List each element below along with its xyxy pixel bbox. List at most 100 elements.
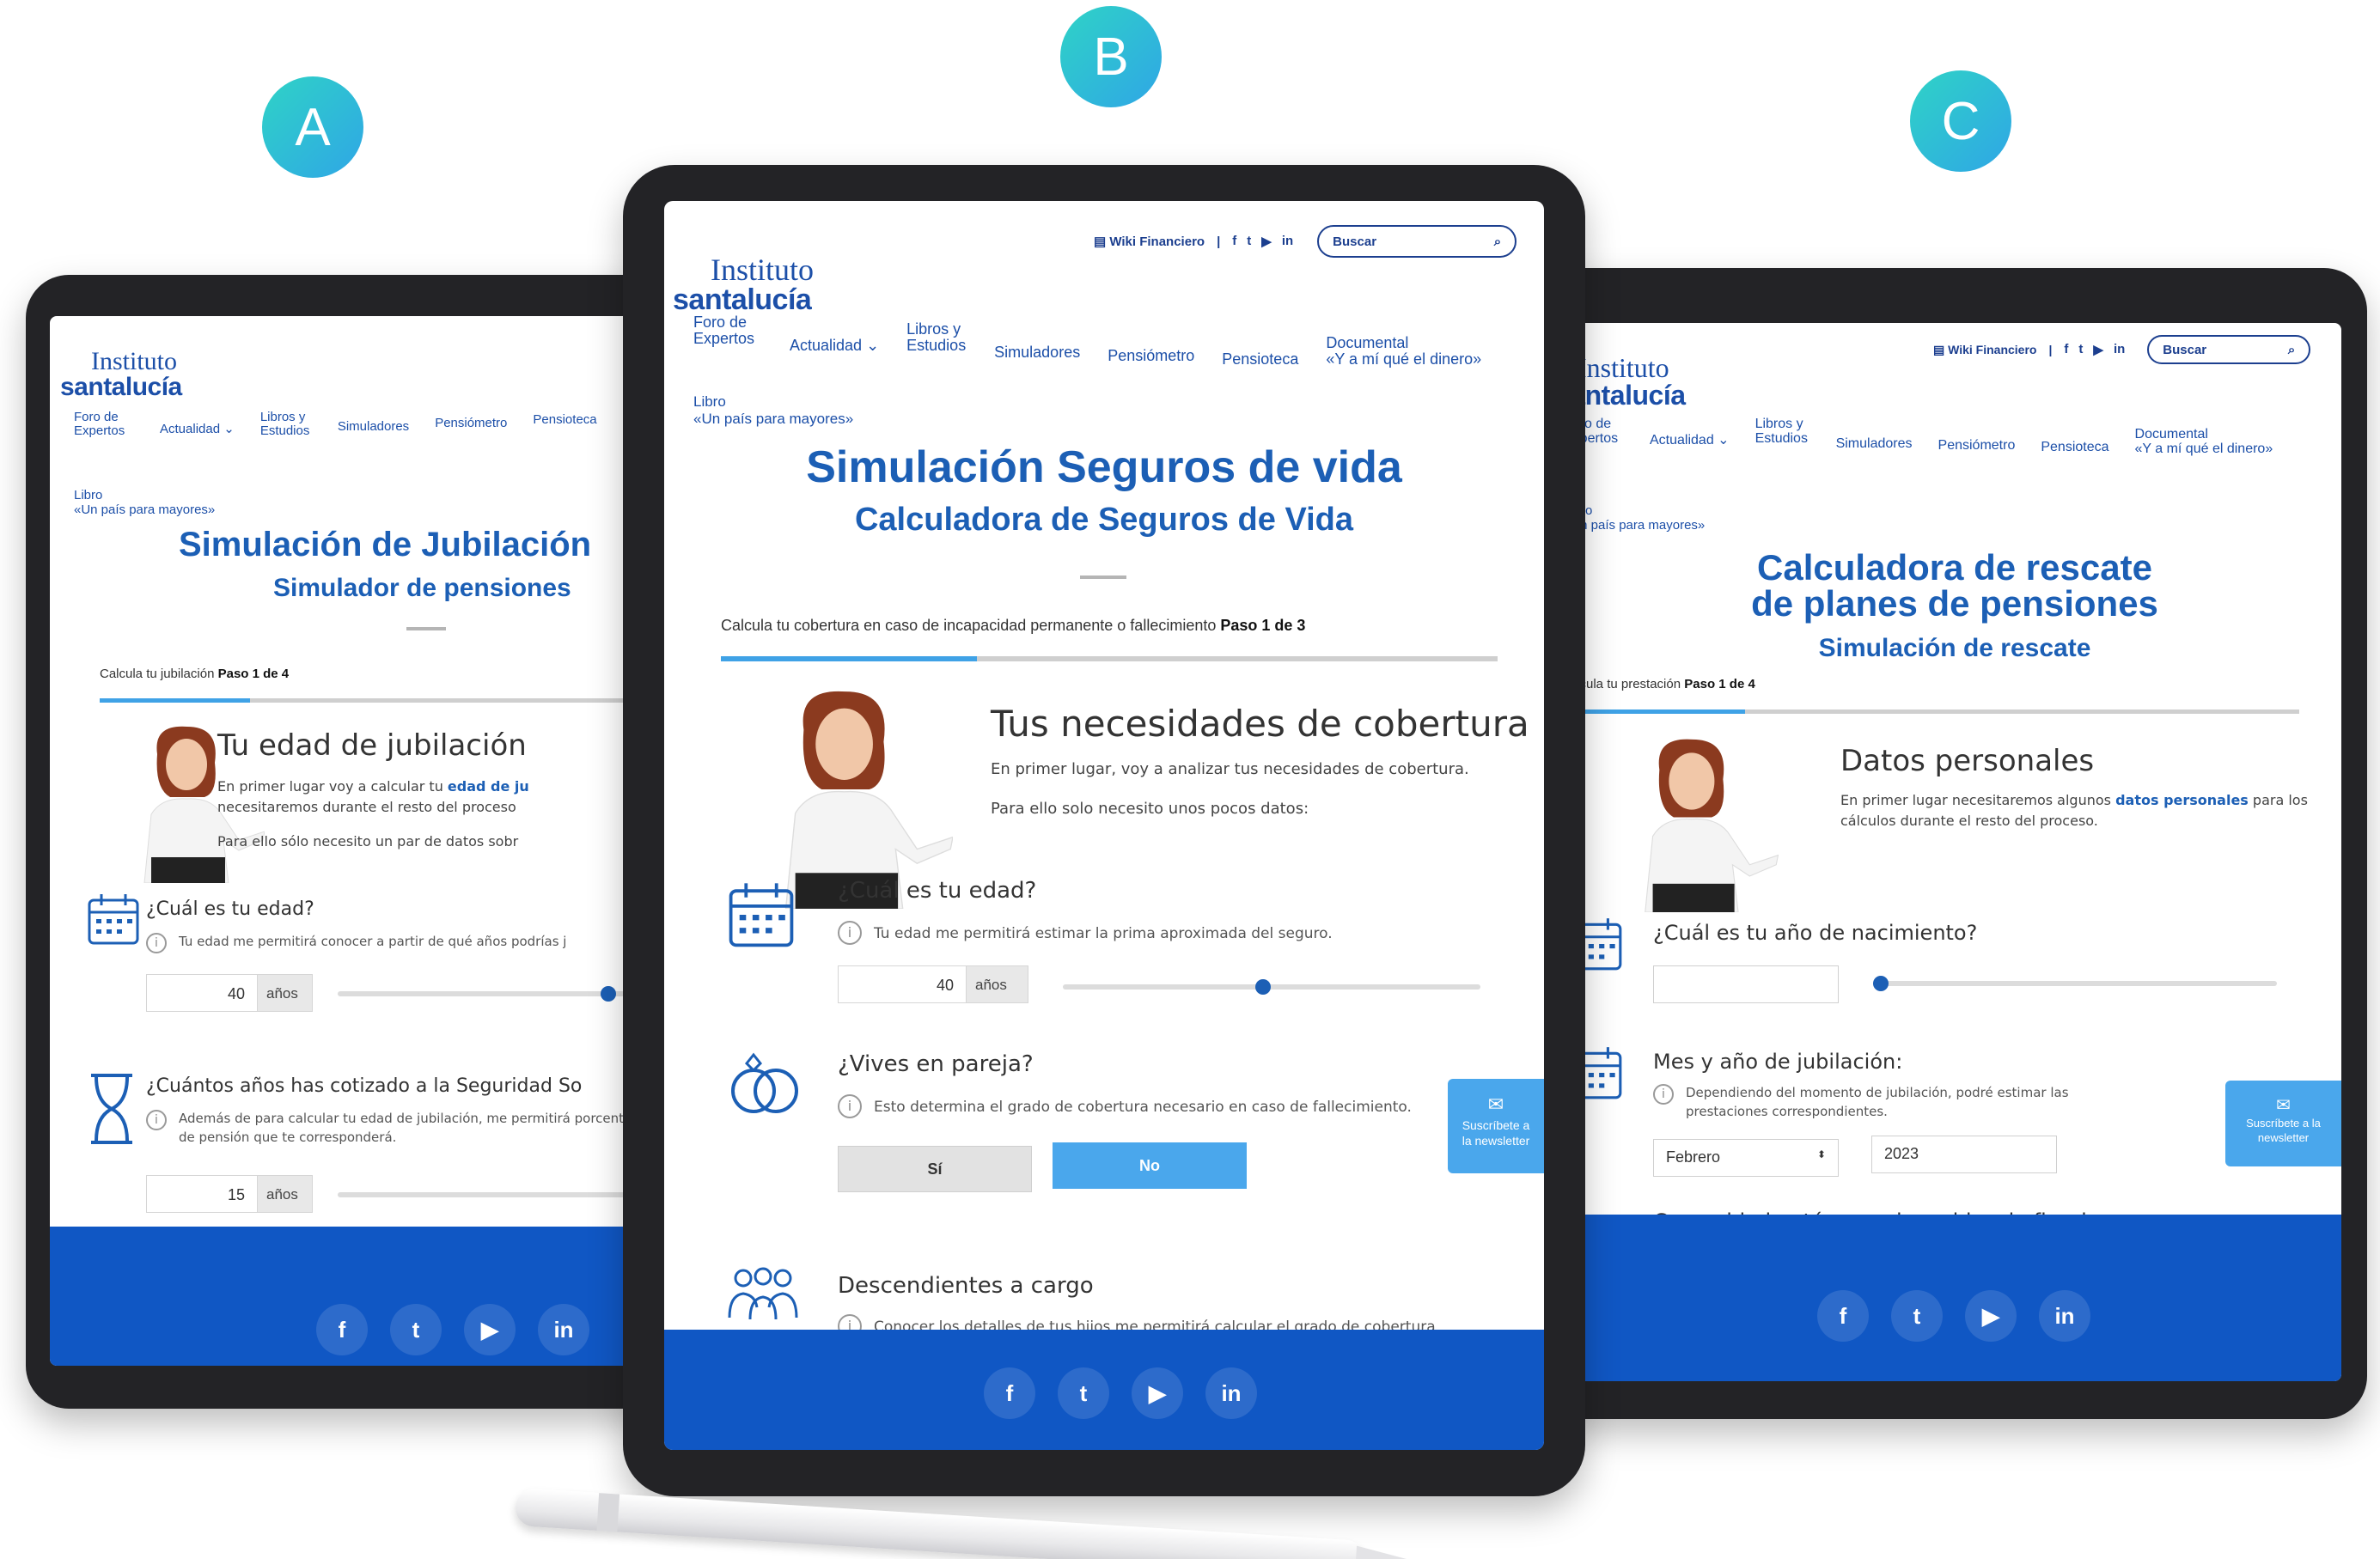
twitter-icon[interactable]: t — [2078, 342, 2083, 357]
section-intro: En primer lugar necesitaremos algunos da… — [1840, 792, 2308, 829]
page-subtitle: Simulación de rescate — [1818, 634, 2091, 662]
select-arrows-icon: ⬍ — [1816, 1148, 1826, 1160]
page-title: Simulación de Jubilación — [179, 526, 592, 563]
site-footer: f t ▶ in — [1555, 1215, 2341, 1381]
age-input[interactable]: 40 años — [146, 974, 313, 1012]
newsletter-button[interactable]: ✉ Suscríbete a la newsletter — [2225, 1081, 2341, 1166]
progress-bar — [1560, 709, 2299, 714]
nav-simuladores[interactable]: Simuladores — [994, 314, 1080, 362]
main-nav: Foro de Expertos Actualidad ⌄ Libros y E… — [74, 411, 597, 438]
question-age-title: ¿Cuál es tu edad? — [146, 898, 314, 920]
nav-pensioteca[interactable]: Pensioteca — [2041, 417, 2108, 455]
search-icon[interactable]: ⌕ — [1494, 234, 1501, 249]
youtube-icon[interactable]: ▶ — [1132, 1367, 1183, 1419]
tablet-b: ▤ Wiki Financiero | f t ▶ in Buscar ⌕ Instit… — [623, 165, 1585, 1496]
question-age-title: ¿Cuál es tu edad? — [838, 878, 1037, 904]
step-indicator: Calcula tu prestación Paso 1 de 4 — [1560, 677, 1755, 691]
linkedin-icon[interactable]: in — [1282, 234, 1293, 249]
nav-pensioteca[interactable]: Pensioteca — [533, 411, 596, 427]
youtube-icon[interactable]: ▶ — [2093, 342, 2103, 357]
linkedin-icon[interactable]: in — [2039, 1290, 2090, 1342]
month-select[interactable]: Febrero ⬍ — [1653, 1139, 1839, 1177]
nav-actualidad[interactable]: Actualidad ⌄ — [790, 314, 879, 355]
no-button[interactable]: No — [1053, 1142, 1247, 1189]
search-icon[interactable]: ⌕ — [2288, 343, 2295, 357]
yes-button[interactable]: Sí — [838, 1146, 1032, 1192]
badge-b: B — [1060, 6, 1162, 107]
section-title: Tu edad de jubilación — [217, 728, 527, 763]
envelope-icon: ✉ — [2276, 1096, 2291, 1115]
nav-pensioteca[interactable]: Pensioteca — [1222, 314, 1298, 368]
nav-foro[interactable]: Foro de Expertos — [74, 411, 134, 438]
page-subtitle: Simulador de pensiones — [273, 574, 571, 602]
twitter-icon[interactable]: t — [1058, 1367, 1109, 1419]
nav-libro[interactable]: Libro«Un país para mayores» — [74, 488, 215, 518]
question-contrib-info: i Además de para calcular tu edad de jubi… — [146, 1110, 696, 1148]
facebook-icon[interactable]: f — [1817, 1290, 1869, 1342]
nav-documental[interactable]: Documental «Y a mí qué el dinero» — [1326, 314, 1481, 368]
year-input[interactable]: 2023 — [1871, 1136, 2057, 1173]
stylus-pencil — [514, 1488, 1425, 1559]
nav-pensiometro[interactable]: Pensiómetro — [435, 411, 507, 430]
section-title: Tus necesidades de cobertura — [991, 703, 1529, 745]
nav-libro[interactable]: Libro«Un país para mayores» — [693, 393, 853, 427]
linkedin-icon[interactable]: in — [538, 1304, 589, 1355]
youtube-icon[interactable]: ▶ — [1965, 1290, 2017, 1342]
nav-libros[interactable]: Libros y Estudios — [1755, 417, 1810, 447]
linkedin-icon[interactable]: in — [1205, 1367, 1257, 1419]
nav-libros[interactable]: Libros y Estudios — [906, 314, 967, 354]
twitter-icon[interactable]: t — [390, 1304, 442, 1355]
calendar-icon — [88, 894, 139, 945]
progress-bar — [721, 656, 1498, 661]
facebook-icon[interactable]: f — [1232, 234, 1236, 249]
facebook-icon[interactable]: f — [984, 1367, 1035, 1419]
page-title: Simulación Seguros de vida — [806, 442, 1402, 492]
wiki-link[interactable]: ▤ Wiki Financiero — [1094, 234, 1205, 249]
top-bar: ▤ Wiki Financiero | f t ▶ in Buscar ⌕ — [1933, 335, 2311, 364]
main-nav: Foro de Expertos Actualidad ⌄ Libros y E… — [1564, 417, 2273, 457]
facebook-icon[interactable]: f — [316, 1304, 368, 1355]
site-logo[interactable]: Instituto santalucía — [60, 349, 182, 400]
nav-libros[interactable]: Libros y Estudios — [260, 411, 312, 438]
nav-pensiometro[interactable]: Pensiómetro — [1938, 417, 2016, 454]
youtube-icon[interactable]: ▶ — [1261, 234, 1272, 249]
section-title: Datos personales — [1840, 744, 2095, 778]
header-social: f t ▶ in — [1232, 234, 1293, 249]
footer-social: f t ▶ in — [316, 1304, 589, 1355]
youtube-icon[interactable]: ▶ — [464, 1304, 516, 1355]
calendar-icon — [729, 883, 794, 947]
search-input[interactable]: Buscar ⌕ — [1317, 225, 1517, 258]
badge-a: A — [262, 76, 363, 178]
facebook-icon[interactable]: f — [2064, 342, 2068, 357]
nav-actualidad[interactable]: Actualidad ⌄ — [1650, 417, 1730, 448]
tablet-b-screen: ▤ Wiki Financiero | f t ▶ in Buscar ⌕ Instit… — [664, 201, 1544, 1450]
newsletter-button[interactable]: ✉ Suscríbete a la newsletter — [1448, 1079, 1544, 1173]
question-couple-title: ¿Vives en pareja? — [838, 1051, 1034, 1077]
nav-actualidad[interactable]: Actualidad ⌄ — [160, 411, 235, 436]
hourglass-icon — [91, 1074, 132, 1144]
envelope-icon: ✉ — [1487, 1093, 1504, 1115]
nav-pensiometro[interactable]: Pensiómetro — [1108, 314, 1194, 365]
nav-simuladores[interactable]: Simuladores — [1836, 417, 1913, 452]
section-intro-1: En primer lugar, voy a analizar tus nece… — [991, 760, 1469, 778]
birthyear-slider[interactable] — [1873, 976, 2277, 991]
site-footer: f t ▶ in — [50, 1227, 696, 1366]
assistant-avatar — [784, 691, 953, 909]
top-bar: ▤ Wiki Financiero | f t ▶ in Buscar ⌕ — [1094, 225, 1517, 258]
age-slider[interactable] — [1063, 979, 1480, 995]
contrib-input[interactable]: 15 años — [146, 1175, 313, 1213]
birthyear-input[interactable] — [1653, 965, 1839, 1003]
linkedin-icon[interactable]: in — [2114, 342, 2125, 357]
nav-documental[interactable]: Documental «Y a mí qué el dinero» — [2135, 417, 2273, 457]
twitter-icon[interactable]: t — [1891, 1290, 1943, 1342]
nav-foro[interactable]: Foro de Expertos — [693, 314, 762, 347]
tablet-a-screen: Instituto santalucía Foro de Expertos Ac… — [50, 316, 696, 1366]
section-intro-2: Para ello sólo necesito un par de datos … — [217, 833, 519, 850]
search-input[interactable]: Buscar ⌕ — [2147, 335, 2311, 364]
nav-simuladores[interactable]: Simuladores — [338, 411, 409, 434]
site-footer: f t ▶ in — [664, 1330, 1544, 1450]
age-input[interactable]: 40 años — [838, 965, 1028, 1003]
twitter-icon[interactable]: t — [1247, 234, 1251, 249]
site-logo[interactable]: Instituto santalucía — [673, 254, 814, 314]
wiki-link[interactable]: ▤ Wiki Financiero — [1933, 343, 2036, 357]
